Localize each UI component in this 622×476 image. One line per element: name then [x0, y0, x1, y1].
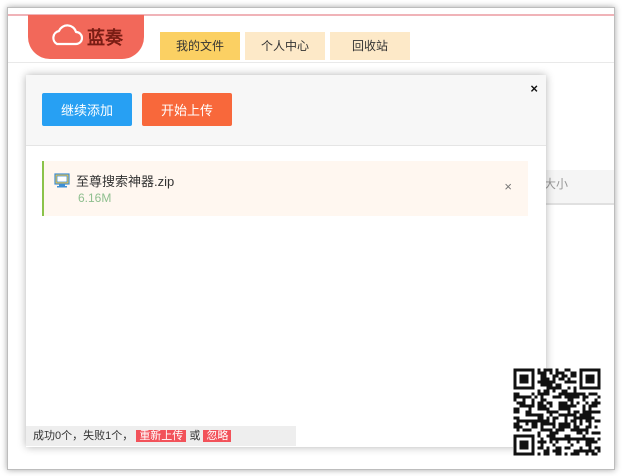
tab-my-files[interactable]: 我的文件	[160, 32, 240, 60]
or-text: 或	[189, 430, 201, 442]
logo[interactable]: 蓝奏	[28, 15, 144, 59]
file-icon	[54, 172, 70, 188]
remove-file-icon[interactable]: ×	[504, 179, 512, 194]
tab-recycle-bin[interactable]: 回收站	[330, 32, 410, 60]
file-name: 至尊搜索神器.zip	[76, 174, 175, 189]
qr-code-image	[513, 368, 601, 456]
file-size: 6.16M	[78, 191, 112, 205]
dialog-toolbar: 继续添加 开始上传 ×	[26, 75, 546, 146]
cloud-icon	[49, 23, 84, 51]
retry-upload-link[interactable]: 重新上传	[136, 430, 187, 442]
status-text: 成功0个，失败1个，	[33, 430, 134, 442]
upload-dialog: 继续添加 开始上传 × 至尊搜索神器.zip 6.16M × 成功0个，失败1个…	[26, 75, 546, 447]
continue-add-button[interactable]: 继续添加	[42, 93, 132, 126]
ignore-link[interactable]: 忽略	[203, 430, 232, 442]
close-icon[interactable]: ×	[530, 81, 538, 96]
header-divider	[8, 62, 614, 63]
upload-file-item: 至尊搜索神器.zip 6.16M ×	[42, 161, 528, 216]
start-upload-button[interactable]: 开始上传	[142, 93, 232, 126]
upload-status-bar: 成功0个，失败1个， 重新上传 或 忽略	[26, 426, 296, 446]
qr-code	[513, 368, 601, 456]
size-column-header: 大小	[544, 177, 569, 191]
logo-text: 蓝奏	[87, 28, 123, 48]
tab-personal-center[interactable]: 个人中心	[245, 32, 325, 60]
app-window: 蓝奏 我的文件 个人中心 回收站 大小 继续添加 开始上传 × 至尊搜索神器.z…	[7, 7, 615, 470]
